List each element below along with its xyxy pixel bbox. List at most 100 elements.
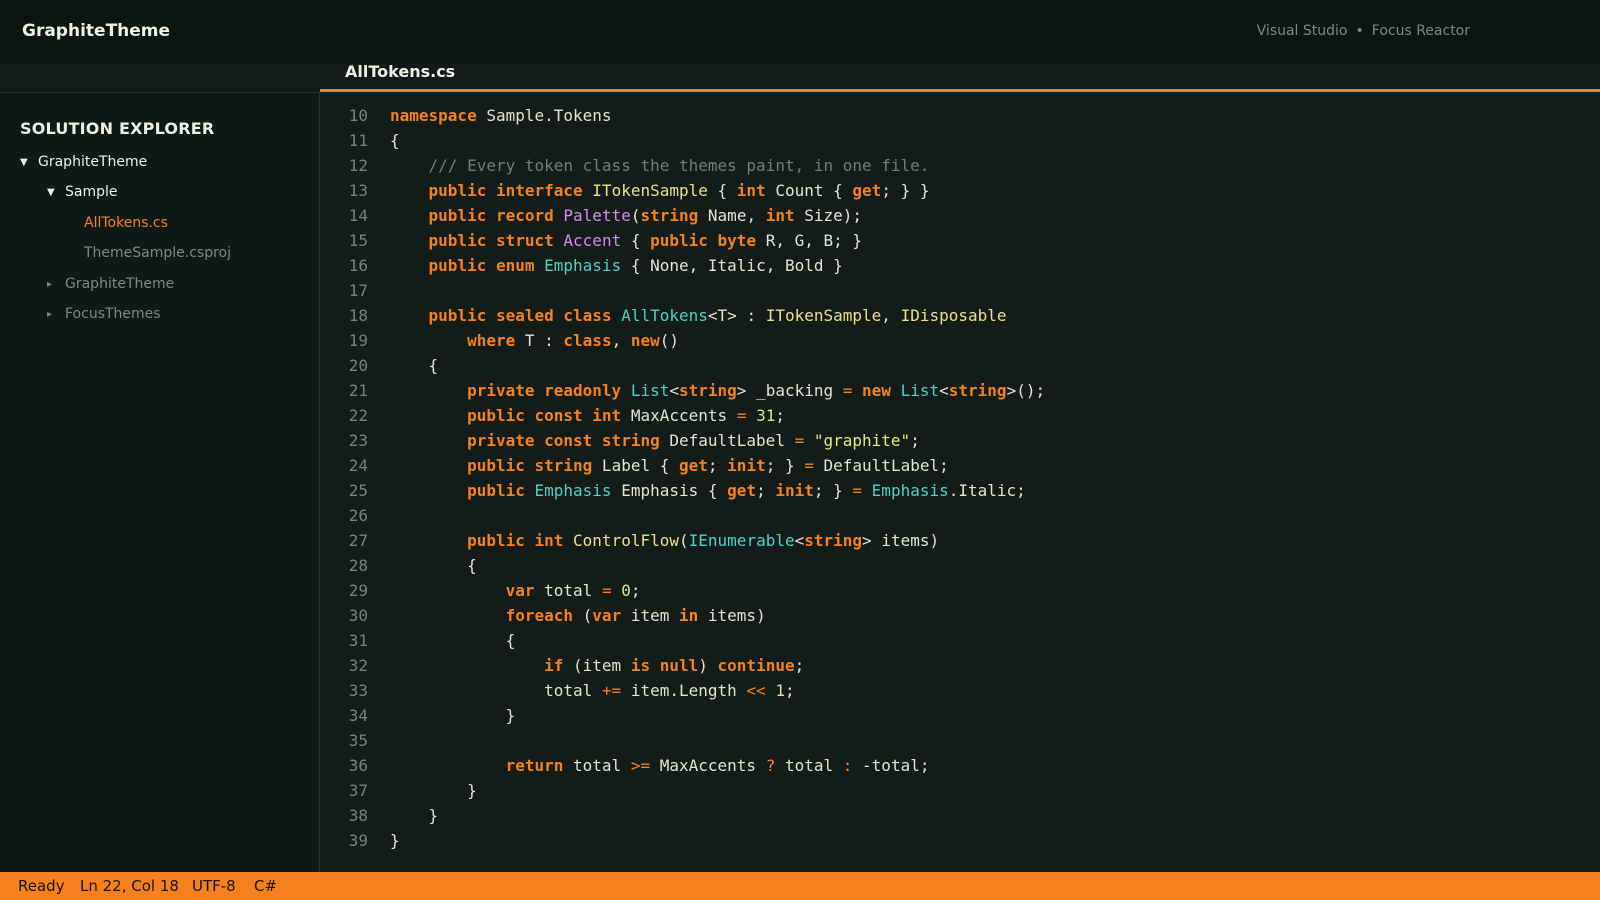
line-number: 38 [348, 806, 368, 825]
code-token: ; [775, 406, 785, 425]
code-token: private readonly [467, 381, 622, 400]
code-line[interactable]: 35 [320, 728, 1045, 753]
code-line[interactable]: 38 } [320, 803, 1045, 828]
code-token: Emphasis [871, 481, 949, 500]
tab-alltokens[interactable]: AllTokens.cs [320, 56, 475, 90]
code-token: int [736, 181, 766, 200]
code-token: R, G, B; } [756, 231, 863, 250]
code-line[interactable]: 20 { [320, 353, 1045, 378]
code-line[interactable]: 36 return total >= MaxAccents ? total : … [320, 753, 1045, 778]
code-line[interactable]: 22 public const int MaxAccents = 31; [320, 403, 1045, 428]
code-token: = [736, 406, 747, 425]
code-area[interactable]: 10 namespace Sample.Tokens 11{12 /// Every… [320, 103, 1045, 853]
code-line[interactable]: 13 public interface ITokenSample { int C… [320, 178, 1045, 203]
tree-item-alltokens-cs[interactable]: AllTokens.cs [84, 215, 168, 231]
code-token: get [852, 181, 882, 200]
code-line[interactable]: 11 { [320, 128, 1045, 153]
code-line[interactable]: 29 var total = 0; [320, 578, 1045, 603]
line-number: 32 [348, 656, 368, 675]
code-token: new [630, 331, 660, 350]
code-token: ControlFlow [573, 531, 679, 550]
code-line[interactable]: 18 public sealed class AllTokens<T> : IT… [320, 303, 1045, 328]
code-token: string [948, 381, 1007, 400]
code-token: ; [910, 431, 920, 450]
code-line[interactable]: 32 if (item is null) continue; [320, 653, 1045, 678]
collapse-arrow-icon[interactable]: ▸ [47, 309, 65, 320]
code-line[interactable]: 24 public string Label { get; init; } = … [320, 453, 1045, 478]
code-editor[interactable]: 10 namespace Sample.Tokens 11{12 /// Every… [320, 92, 1600, 872]
code-token: Emphasis [544, 256, 622, 275]
tree-item-graphitetheme-root[interactable]: ▼ GraphiteTheme [20, 154, 147, 170]
status-cursor-position[interactable]: Ln 22, Col 18 [80, 877, 179, 895]
code-line[interactable]: 21 private readonly List<string> _backin… [320, 378, 1045, 403]
collapse-arrow-icon[interactable]: ▸ [47, 279, 65, 290]
code-line[interactable]: 28 { [320, 553, 1045, 578]
code-line[interactable]: 10 namespace Sample.Tokens [320, 103, 1045, 128]
code-token: public string [467, 456, 593, 475]
code-line[interactable]: 37 } [320, 778, 1045, 803]
code-line[interactable]: 15 public struct Accent { public byte R,… [320, 228, 1045, 253]
line-number: 34 [348, 706, 368, 725]
code-line[interactable]: 31 { [320, 628, 1045, 653]
code-token: List [630, 381, 670, 400]
tree-item-graphitetheme[interactable]: ▸ GraphiteTheme [47, 276, 174, 292]
line-number: 29 [348, 581, 368, 600]
code-token: 0 [621, 581, 631, 600]
code-token: Emphasis [534, 481, 612, 500]
tree-item-focusthemes[interactable]: ▸ FocusThemes [47, 306, 161, 322]
status-encoding[interactable]: UTF-8 [192, 877, 236, 895]
code-line[interactable]: 17 [320, 278, 1045, 303]
line-number: 30 [348, 606, 368, 625]
code-token: IEnumerable [688, 531, 795, 550]
line-number: 23 [348, 431, 368, 450]
code-line[interactable]: 33 total += item.Length << 1; [320, 678, 1045, 703]
expand-arrow-icon[interactable]: ▼ [47, 187, 65, 198]
ide-name: Visual Studio [1256, 23, 1348, 39]
code-token: ; } [813, 481, 853, 500]
line-number: 36 [348, 756, 368, 775]
line-number: 28 [348, 556, 368, 575]
code-token: { [707, 181, 737, 200]
code-token: foreach [505, 606, 574, 625]
tree-item-themesample-csproj[interactable]: ThemeSample.csproj [84, 245, 231, 261]
code-token: public sealed class [428, 306, 612, 325]
status-language[interactable]: C# [254, 877, 277, 895]
code-token: = [842, 381, 853, 400]
code-line[interactable]: 27 public int ControlFlow(IEnumerable<st… [320, 528, 1045, 553]
code-line[interactable]: 12 /// Every token class the themes pain… [320, 153, 1045, 178]
expand-arrow-icon[interactable]: ▼ [20, 157, 38, 168]
code-token: ; [794, 656, 805, 675]
code-token: IDisposable [900, 306, 1007, 325]
code-token: = [804, 456, 814, 475]
code-token: ( [679, 531, 689, 550]
code-line[interactable]: 26 [320, 503, 1045, 528]
code-token: <T> : [707, 306, 766, 325]
code-token: DefaultLabel [659, 431, 795, 450]
code-line[interactable]: 34 } [320, 703, 1045, 728]
code-line[interactable]: 39} [320, 828, 1045, 853]
code-token: total [775, 756, 843, 775]
code-token: List [900, 381, 940, 400]
code-line[interactable]: 30 foreach (var item in items) [320, 603, 1045, 628]
code-token: var [505, 581, 535, 600]
code-line[interactable]: 25 public Emphasis Emphasis { get; init;… [320, 478, 1045, 503]
tree-item-sample[interactable]: ▼ Sample [47, 184, 118, 200]
code-token: total [390, 681, 602, 700]
code-token: public const int [467, 406, 622, 425]
code-token: >= [630, 756, 651, 775]
code-line[interactable]: 19 where T : class, new() [320, 328, 1045, 353]
code-token: continue [717, 656, 795, 675]
code-token: { [390, 556, 477, 575]
code-token: AllTokens [621, 306, 708, 325]
code-line[interactable]: 14 public record Palette(string Name, in… [320, 203, 1045, 228]
code-token: } [390, 781, 477, 800]
code-token: namespace [390, 106, 477, 125]
code-line[interactable]: 23 private const string DefaultLabel = "… [320, 428, 1045, 453]
code-line[interactable]: 16 public enum Emphasis { None, Italic, … [320, 253, 1045, 278]
